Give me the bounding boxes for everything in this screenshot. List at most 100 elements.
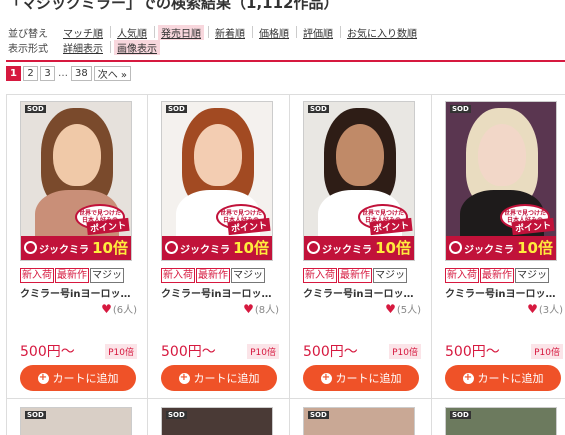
plus-icon: + xyxy=(178,372,190,384)
favorite-count-text: (8人) xyxy=(254,305,279,316)
favorite-count-text: (3人) xyxy=(538,305,563,316)
add-to-cart-label: カートに追加 xyxy=(193,372,260,385)
divider xyxy=(110,26,111,38)
product-card: SOD 世界で見つけた日本人好みの ポイント ジックミラ 10倍 新入荷 最新作… xyxy=(290,95,432,398)
add-to-cart-button[interactable]: + カートに追加 xyxy=(161,365,277,391)
page-1-button[interactable]: 1 xyxy=(6,66,21,81)
product-tags: 新入荷 最新作 マジッ xyxy=(303,268,418,283)
divider xyxy=(252,26,253,38)
cover-face xyxy=(53,124,101,186)
product-price: 500円～ xyxy=(20,344,75,360)
product-cover-image[interactable]: SOD 世界で見つけた日本人好みの ポイント ジックミラ 10倍 xyxy=(445,101,557,261)
product-cover-image[interactable]: SOD xyxy=(445,407,557,435)
add-to-cart-button[interactable]: + カートに追加 xyxy=(303,365,419,391)
section-divider xyxy=(6,60,565,62)
tag-series: マジッ xyxy=(373,268,407,283)
plus-icon: + xyxy=(37,372,49,384)
plus-icon: + xyxy=(462,372,474,384)
product-cover-image[interactable]: SOD 世界で見つけた日本人好みの ポイント ジックミラ 10倍 xyxy=(161,101,273,261)
cover-ten-times: 10倍 xyxy=(92,239,128,257)
add-to-cart-button[interactable]: + カートに追加 xyxy=(445,365,561,391)
product-cover-image[interactable]: SOD xyxy=(303,407,415,435)
maker-logo: SOD xyxy=(25,411,46,419)
product-tags: 新入荷 最新作 マジッ xyxy=(20,268,135,283)
product-cover-image[interactable]: SOD xyxy=(161,407,273,435)
maker-logo: SOD xyxy=(308,411,329,419)
add-to-cart-label: カートに追加 xyxy=(477,372,544,385)
page-title: 「マジックミラー」での検索結果（1,112作品） xyxy=(6,0,339,12)
page-2-button[interactable]: 2 xyxy=(23,66,38,81)
format-option-image[interactable]: 画像表示 xyxy=(114,39,160,55)
display-format-label: 表示形式 xyxy=(8,43,48,55)
heart-icon: ♥ xyxy=(101,301,112,316)
favorite-count[interactable]: ♥ (5人) xyxy=(385,301,421,317)
cover-heart-icon xyxy=(24,241,37,254)
sort-option-favorites[interactable]: お気に入り数順 xyxy=(344,25,420,40)
next-page-button[interactable]: 次へ » xyxy=(93,66,132,81)
maker-logo: SOD xyxy=(166,411,187,419)
product-cover-image[interactable]: SOD 世界で見つけた日本人好みの ポイント ジックミラ 10倍 xyxy=(20,101,132,261)
page-3-button[interactable]: 3 xyxy=(40,66,55,81)
sort-option-match[interactable]: マッチ順 xyxy=(60,25,106,40)
favorite-count[interactable]: ♥ (6人) xyxy=(101,301,137,317)
product-title[interactable]: クミラー号inヨーロッ… xyxy=(161,285,277,300)
tag-latest: 最新作 xyxy=(338,268,372,283)
cover-face xyxy=(478,124,526,186)
sort-option-release-date[interactable]: 発売日順 xyxy=(158,24,204,40)
favorite-count-text: (6人) xyxy=(112,305,137,316)
product-card: SOD 世界で見つけた日本人好みの ポイント ジックミラ 10倍 新入荷 最新作… xyxy=(148,95,290,398)
tag-latest: 最新作 xyxy=(196,268,230,283)
product-card: SOD xyxy=(6,399,148,435)
point-multiplier-badge: P10倍 xyxy=(531,344,563,359)
product-card: SOD 世界で見つけた日本人好みの ポイント ジックミラ 10倍 新入荷 最新作… xyxy=(6,95,148,398)
tag-series: マジッ xyxy=(90,268,124,283)
cover-face xyxy=(194,124,242,186)
product-title[interactable]: クミラー号inヨーロッ… xyxy=(445,285,561,300)
add-to-cart-button[interactable]: + カートに追加 xyxy=(20,365,136,391)
divider xyxy=(154,26,155,38)
favorite-count-text: (5人) xyxy=(396,305,421,316)
sort-label: 並び替え xyxy=(8,28,48,40)
divider xyxy=(296,26,297,38)
product-cover-image[interactable]: SOD 世界で見つけた日本人好みの ポイント ジックミラ 10倍 xyxy=(303,101,415,261)
format-option-detail[interactable]: 詳細表示 xyxy=(60,40,106,55)
add-to-cart-label: カートに追加 xyxy=(52,372,119,385)
point-multiplier-badge: P10倍 xyxy=(105,344,137,359)
sort-option-newest[interactable]: 新着順 xyxy=(212,25,248,40)
product-card: SOD 世界で見つけた日本人好みの ポイント ジックミラ 10倍 新入荷 最新作… xyxy=(432,95,565,398)
product-price: 500円～ xyxy=(445,344,500,360)
favorite-count[interactable]: ♥ (8人) xyxy=(243,301,279,317)
product-title[interactable]: クミラー号inヨーロッ… xyxy=(20,285,136,300)
cover-heart-icon xyxy=(307,241,320,254)
point-multiplier-badge: P10倍 xyxy=(247,344,279,359)
product-cover-image[interactable]: SOD xyxy=(20,407,132,435)
sort-option-popular[interactable]: 人気順 xyxy=(114,25,150,40)
cover-heart-icon xyxy=(165,241,178,254)
cover-banner: ジックミラ 10倍 xyxy=(304,236,414,260)
sort-option-price[interactable]: 価格順 xyxy=(256,25,292,40)
sort-option-rating[interactable]: 評価順 xyxy=(300,25,336,40)
display-format-options: 表示形式 詳細表示 画像表示 xyxy=(8,39,161,55)
product-price: 500円～ xyxy=(303,344,358,360)
tag-latest: 最新作 xyxy=(480,268,514,283)
maker-logo: SOD xyxy=(25,105,46,113)
tag-new-arrival: 新入荷 xyxy=(445,268,479,283)
tag-series: マジッ xyxy=(231,268,265,283)
cover-ten-times: 10倍 xyxy=(517,239,553,257)
maker-logo: SOD xyxy=(308,105,329,113)
product-title[interactable]: クミラー号inヨーロッ… xyxy=(303,285,419,300)
tag-new-arrival: 新入荷 xyxy=(161,268,195,283)
favorite-count[interactable]: ♥ (3人) xyxy=(527,301,563,317)
maker-logo: SOD xyxy=(450,105,471,113)
heart-icon: ♥ xyxy=(527,301,538,316)
cover-ten-times: 10倍 xyxy=(375,239,411,257)
page-last-button[interactable]: 38 xyxy=(71,66,92,81)
tag-new-arrival: 新入荷 xyxy=(303,268,337,283)
pagination: 1 2 3 … 38 次へ » xyxy=(6,66,132,81)
heart-icon: ♥ xyxy=(243,301,254,316)
cover-banner: ジックミラ 10倍 xyxy=(162,236,272,260)
maker-logo: SOD xyxy=(450,411,471,419)
product-card: SOD xyxy=(432,399,565,435)
product-price: 500円～ xyxy=(161,344,216,360)
cover-banner: ジックミラ 10倍 xyxy=(21,236,131,260)
